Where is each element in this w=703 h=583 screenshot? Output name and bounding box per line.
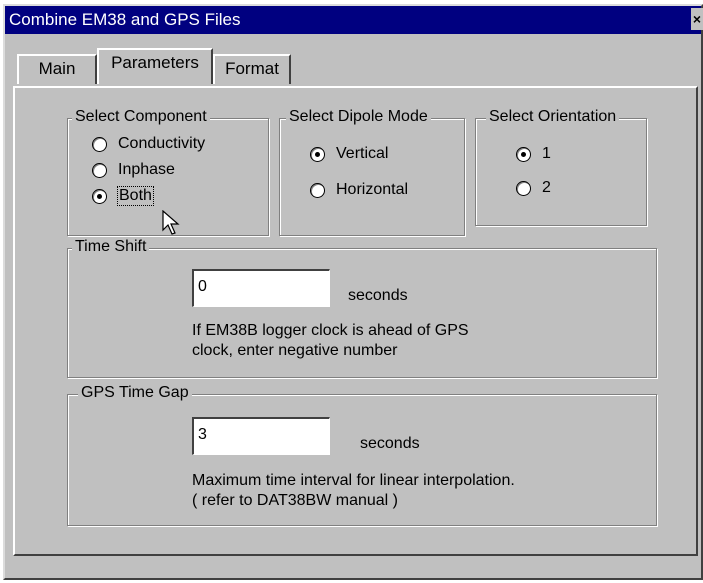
radio-orientation-1-label: 1 [542, 145, 551, 162]
time-shift-input[interactable]: 0 [192, 269, 330, 307]
radio-orientation-2[interactable]: 2 [516, 177, 551, 199]
time-shift-note-line1: If EM38B logger clock is ahead of GPS [192, 322, 469, 339]
radio-inphase-label: Inphase [118, 161, 175, 178]
time-shift-group: Time Shift 0 seconds If EM38B logger clo… [67, 238, 657, 378]
radio-horizontal[interactable]: Horizontal [310, 179, 408, 201]
tab-parameters[interactable]: Parameters [97, 48, 213, 84]
radio-circle-icon [310, 182, 325, 198]
radio-horizontal-label: Horizontal [336, 181, 409, 198]
tab-main[interactable]: Main [17, 54, 97, 84]
dialog-window: Combine EM38 and GPS Files × Main Parame… [3, 4, 703, 580]
radio-conductivity[interactable]: Conductivity [92, 133, 205, 155]
radio-orientation-2-label: 2 [542, 179, 551, 196]
time-shift-unit: seconds [348, 287, 408, 304]
radio-orientation-1[interactable]: 1 [516, 143, 551, 165]
radio-circle-icon [516, 180, 531, 196]
title-bar[interactable]: Combine EM38 and GPS Files × [5, 6, 703, 34]
parameters-panel: Select Component Conductivity Inphase Bo… [13, 86, 698, 556]
dipole-legend: Select Dipole Mode [286, 108, 431, 126]
gps-gap-note-line1: Maximum time interval for linear interpo… [192, 472, 515, 489]
radio-selected-icon [92, 188, 107, 204]
radio-conductivity-label: Conductivity [118, 135, 206, 152]
time-shift-legend: Time Shift [72, 238, 150, 256]
radio-both-label: Both [117, 186, 154, 206]
tab-parameters-label: Parameters [111, 53, 199, 72]
time-shift-note-line2: clock, enter negative number [192, 342, 398, 359]
radio-inphase[interactable]: Inphase [92, 159, 175, 181]
radio-vertical-label: Vertical [336, 145, 389, 162]
radio-both[interactable]: Both [92, 185, 154, 207]
gps-gap-note-line2: ( refer to DAT38BW manual ) [192, 492, 398, 509]
mouse-pointer-icon [162, 210, 180, 235]
radio-selected-icon [310, 146, 325, 162]
gps-gap-unit: seconds [360, 435, 420, 452]
radio-vertical[interactable]: Vertical [310, 143, 388, 165]
radio-circle-icon [92, 162, 107, 178]
component-legend: Select Component [72, 108, 210, 126]
radio-selected-icon [516, 146, 531, 162]
close-icon[interactable]: × [691, 8, 703, 30]
tab-format-label: Format [225, 59, 279, 78]
tab-main-label: Main [38, 59, 76, 78]
orientation-group: Select Orientation 1 2 [475, 108, 647, 226]
dipole-group: Select Dipole Mode Vertical Horizontal [279, 108, 465, 236]
window-title: Combine EM38 and GPS Files [9, 10, 241, 29]
gps-gap-input[interactable]: 3 [192, 417, 330, 455]
tab-format[interactable]: Format [213, 54, 291, 84]
gps-gap-group: GPS Time Gap 3 seconds Maximum time inte… [67, 384, 657, 526]
radio-circle-icon [92, 136, 107, 152]
gps-gap-legend: GPS Time Gap [78, 384, 192, 402]
orientation-legend: Select Orientation [486, 108, 620, 126]
